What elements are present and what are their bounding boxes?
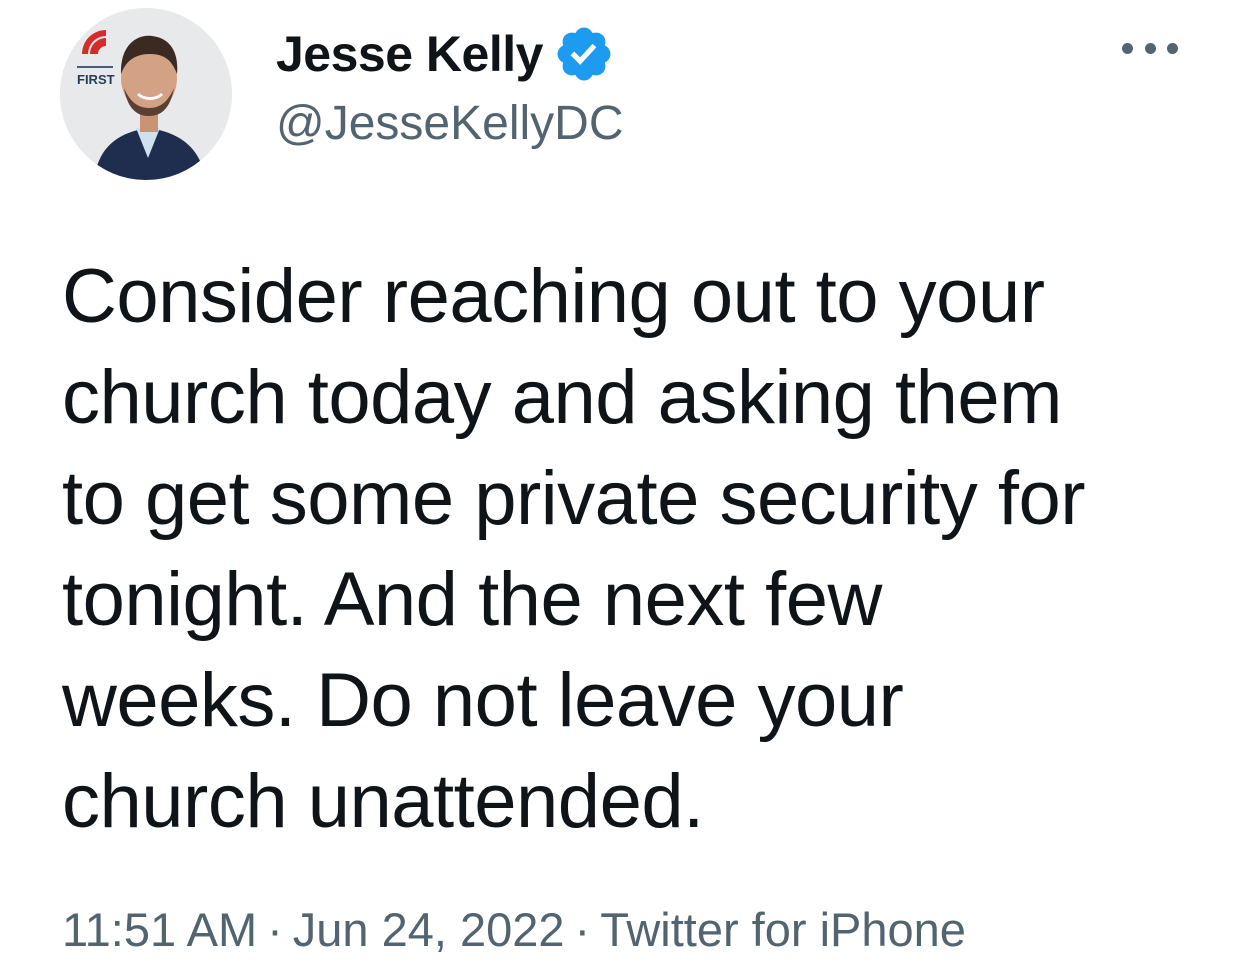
avatar-logo-text: FIRST (77, 72, 115, 87)
more-horizontal-icon (1144, 42, 1156, 54)
verified-badge-icon (557, 27, 611, 81)
tweet-time[interactable]: 11:51 AM (62, 903, 257, 956)
meta-separator: · (574, 903, 591, 956)
avatar[interactable]: FIRST (60, 8, 232, 180)
author-handle[interactable]: @JesseKellyDC (276, 96, 623, 151)
more-horizontal-icon (1167, 42, 1178, 54)
tweet-text-line: tonight. And the next few (62, 557, 882, 642)
tweet-meta: 11:51 AM · Jun 24, 2022 · Twitter for iPhone (62, 902, 966, 957)
tweet-text-line: weeks. Do not leave your (62, 658, 904, 743)
tweet-text-line: church today and asking them (62, 355, 1062, 440)
profile-photo: FIRST (60, 8, 232, 180)
tweet-source[interactable]: Twitter for iPhone (600, 903, 966, 956)
author-display-name[interactable]: Jesse Kelly (276, 25, 543, 83)
more-horizontal-icon (1122, 42, 1133, 54)
tweet-text: Consider reaching out to your church tod… (62, 246, 1182, 852)
tweet[interactable]: FIRST Jesse Kelly @JesseKellyDC Consider… (0, 0, 1241, 979)
author-name-row[interactable]: Jesse Kelly (276, 24, 615, 84)
meta-separator: · (267, 903, 283, 956)
tweet-text-line: to get some private security for (62, 456, 1086, 541)
more-options-button[interactable] (1118, 28, 1182, 68)
tweet-text-line: church unattended. (62, 759, 704, 844)
tweet-text-line: Consider reaching out to your (62, 254, 1045, 339)
tweet-date[interactable]: Jun 24, 2022 (293, 903, 565, 956)
